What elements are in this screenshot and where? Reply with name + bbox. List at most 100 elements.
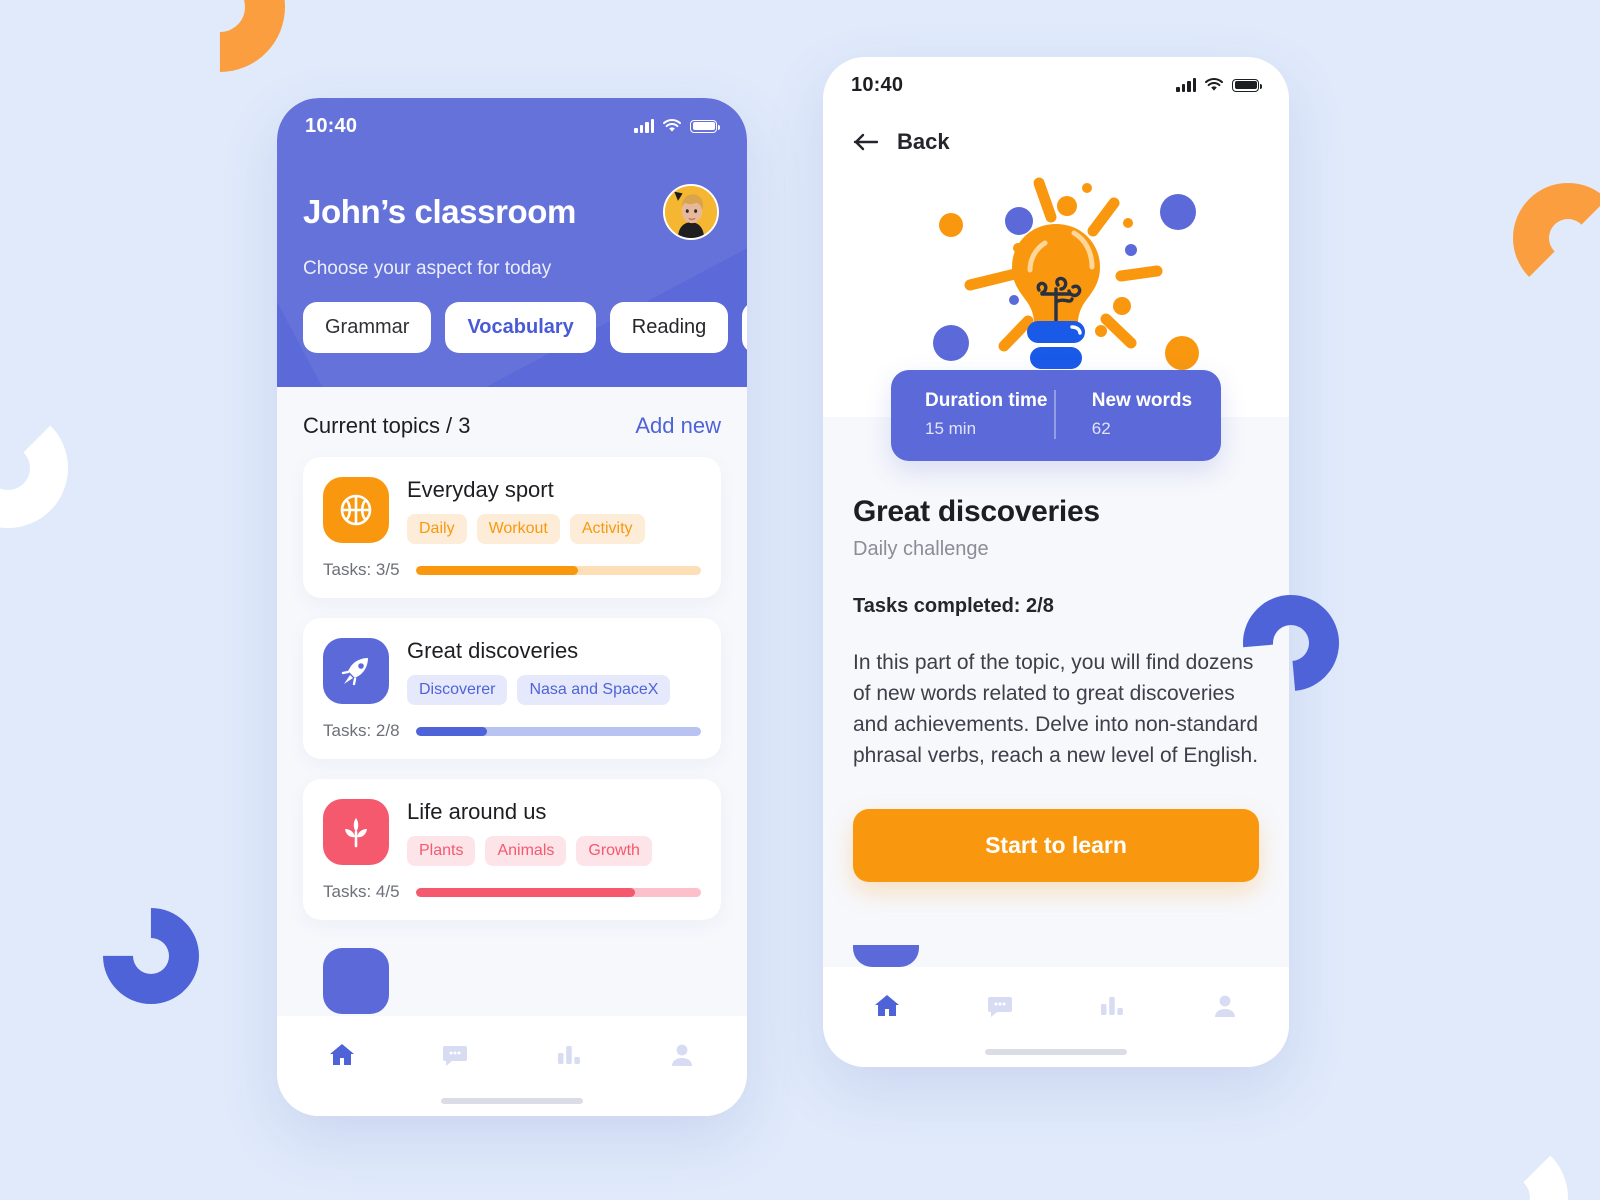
avatar[interactable] — [663, 184, 719, 240]
plant-leaf-icon — [323, 799, 389, 865]
progress-bar — [415, 565, 701, 575]
topic-card-partial[interactable] — [303, 940, 721, 1014]
detail-description: In this part of the topic, you will find… — [853, 651, 1259, 767]
decor-arc-orange-right — [1513, 183, 1600, 293]
nav-item-home[interactable] — [831, 991, 944, 1021]
topic-tag: Discoverer — [407, 675, 508, 705]
topic-name: Great discoveries — [407, 638, 579, 663]
topic-top: Great discoveries Discoverer Nasa and Sp… — [323, 638, 701, 705]
start-to-learn-button[interactable]: Start to learn — [853, 809, 1259, 883]
back-button[interactable]: Back — [823, 113, 1289, 155]
nav-item-chat[interactable] — [944, 991, 1057, 1021]
topic-name: Everyday sport — [407, 477, 554, 502]
progress-fill — [415, 726, 487, 736]
decor-arc-white-bottom-right — [1448, 1138, 1568, 1200]
aspect-chip-grammar[interactable]: Grammar — [303, 302, 432, 353]
person-icon — [1214, 995, 1235, 1017]
back-label: Back — [897, 129, 950, 154]
topic-top: Life around us Plants Animals Growth — [323, 799, 701, 866]
aspect-chip-list[interactable]: Grammar Vocabulary Reading — [277, 280, 747, 353]
rocket-icon — [323, 638, 389, 704]
status-time: 10:40 — [305, 114, 358, 137]
detail-subtitle: Daily challenge — [853, 538, 989, 560]
status-icons — [1176, 78, 1262, 92]
canvas: 10:40 John’s classroom Choose your aspec… — [0, 0, 1600, 1200]
tasks-label: Tasks: 2/8 — [323, 721, 400, 740]
stat-title: New words — [1091, 390, 1193, 411]
bar-chart-icon — [1101, 997, 1124, 1015]
phone-screen-home: 10:40 John’s classroom Choose your aspec… — [277, 98, 747, 1116]
topic-card-everyday-sport[interactable]: Everyday sport Daily Workout Activity Ta… — [303, 457, 721, 598]
nav-item-stats[interactable] — [1056, 991, 1169, 1021]
detail-hero: 10:40 Back Duration time 15 min New word… — [823, 57, 1289, 461]
status-bar-left: 10:40 — [277, 98, 747, 154]
nav-item-chat[interactable] — [399, 1040, 513, 1070]
stat-value: 62 — [1091, 419, 1111, 438]
progress-bar — [415, 887, 701, 897]
person-icon — [672, 1044, 693, 1066]
nav-item-profile[interactable] — [626, 1040, 740, 1070]
topic-progress-row: Tasks: 3/5 — [323, 560, 701, 580]
detail-title: Great discoveries — [853, 495, 1100, 528]
home-icon — [329, 1044, 354, 1065]
home-indicator — [441, 1098, 583, 1104]
arrow-left-icon — [853, 133, 879, 151]
status-time: 10:40 — [851, 73, 904, 96]
aspect-chip-vocabulary[interactable]: Vocabulary — [445, 302, 596, 353]
basketball-icon — [323, 477, 389, 543]
topic-tags: Discoverer Nasa and SpaceX — [407, 675, 701, 705]
bar-chart-icon — [557, 1046, 580, 1064]
nav-item-profile[interactable] — [1169, 991, 1282, 1021]
partial-topic-icon-right — [853, 945, 919, 967]
topic-tag: Workout — [476, 514, 560, 544]
signal-bars-icon — [1176, 78, 1196, 92]
tasks-completed-label: Tasks completed: 2/8 — [853, 595, 1054, 617]
topic-tag: Growth — [576, 836, 652, 866]
topic-progress-row: Tasks: 4/5 — [323, 882, 701, 902]
home-title-row: John’s classroom — [277, 154, 747, 240]
aspect-chip-reading[interactable]: Reading — [609, 302, 729, 353]
aspect-chip-next[interactable] — [742, 302, 747, 353]
signal-bars-icon — [634, 119, 654, 133]
decor-arc-white-left — [0, 408, 68, 528]
chat-bubble-icon — [987, 997, 1012, 1017]
add-new-link[interactable]: Add new — [635, 413, 721, 439]
topic-tag: Daily — [407, 514, 467, 544]
home-header: 10:40 John’s classroom Choose your aspec… — [277, 98, 747, 387]
stat-new-words: New words 62 — [1056, 390, 1221, 439]
tasks-label: Tasks: 3/5 — [323, 560, 400, 579]
home-indicator — [985, 1049, 1127, 1055]
stat-value: 15 min — [925, 419, 977, 438]
stat-duration: Duration time 15 min — [891, 390, 1054, 439]
nav-item-home[interactable] — [285, 1040, 399, 1070]
stats-card: Duration time 15 min New words 62 — [891, 370, 1221, 461]
topic-list: Everyday sport Daily Workout Activity Ta… — [277, 439, 747, 1014]
nav-item-stats[interactable] — [512, 1040, 626, 1070]
stat-title: Duration time — [925, 390, 1048, 411]
decor-arc-orange-top-left — [128, 0, 312, 99]
topic-tag: Nasa and SpaceX — [517, 675, 671, 705]
battery-full-icon — [690, 119, 720, 133]
topics-heading: Current topics / 3 — [303, 413, 471, 438]
topic-tags: Plants Animals Growth — [407, 836, 701, 866]
page-title: John’s classroom — [303, 193, 576, 230]
wifi-icon — [1205, 78, 1223, 92]
decor-arc-blue-bottom-left — [83, 888, 219, 1024]
topic-tag: Animals — [485, 836, 567, 866]
topic-progress-row: Tasks: 2/8 — [323, 721, 701, 741]
partial-topic-icon — [323, 948, 389, 1014]
topic-tag: Activity — [569, 514, 645, 544]
chat-bubble-icon — [443, 1046, 468, 1066]
topic-card-life-around-us[interactable]: Life around us Plants Animals Growth Tas… — [303, 779, 721, 920]
topic-tags: Daily Workout Activity — [407, 514, 701, 544]
topic-card-great-discoveries[interactable]: Great discoveries Discoverer Nasa and Sp… — [303, 618, 721, 759]
topics-header-row: Current topics / 3 Add new — [277, 387, 747, 439]
wifi-icon — [663, 119, 681, 133]
tasks-label: Tasks: 4/5 — [323, 882, 400, 901]
detail-content: Great discoveries Daily challenge Tasks … — [823, 417, 1289, 883]
battery-full-icon — [1232, 78, 1262, 92]
progress-fill — [415, 565, 579, 575]
status-icons — [634, 119, 720, 133]
topic-name: Life around us — [407, 799, 547, 824]
home-icon — [875, 995, 900, 1016]
